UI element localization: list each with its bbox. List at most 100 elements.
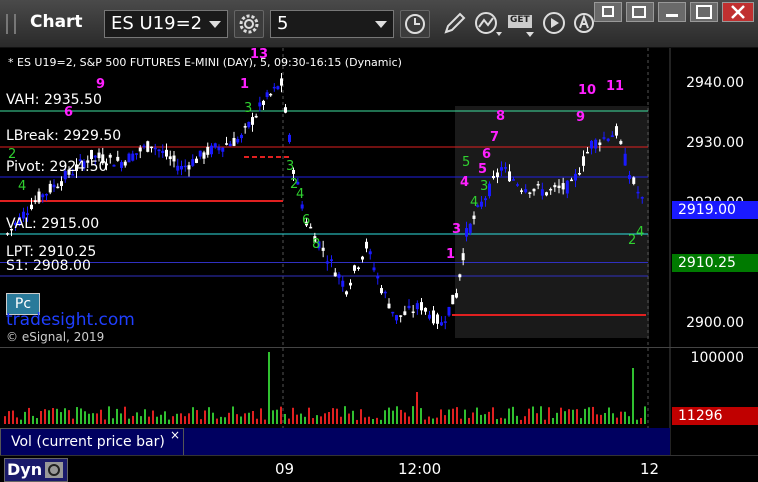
volume-bar — [68, 410, 70, 424]
volume-bar — [616, 417, 618, 424]
time-label-09: 09 — [275, 460, 295, 478]
candle-body — [383, 291, 387, 294]
volume-bar — [368, 416, 370, 424]
setup-marker: 4 — [296, 187, 304, 202]
maximize-button[interactable] — [690, 2, 718, 22]
setup-marker: 8 — [312, 237, 320, 252]
time-label-12: 12 — [640, 460, 660, 478]
volume-bar — [56, 408, 58, 424]
volume-bar — [560, 407, 562, 424]
volume-bar — [396, 406, 398, 424]
candle-body — [146, 141, 150, 152]
candle-body — [361, 256, 364, 260]
volume-bar — [244, 413, 246, 424]
volume-bar — [276, 409, 278, 424]
volume-bar — [268, 352, 270, 424]
volume-bar — [400, 409, 402, 424]
level-label-pivot: Pivot: 2924.50 — [6, 159, 108, 175]
volume-bar — [24, 411, 26, 424]
candle-body — [202, 152, 206, 159]
time-button[interactable] — [400, 10, 430, 38]
count-marker: 8 — [496, 109, 505, 124]
study-button[interactable] — [472, 10, 504, 38]
restore-window-button[interactable] — [594, 2, 622, 22]
volume-bar — [272, 410, 274, 424]
volume-bar — [16, 417, 18, 424]
volume-bar — [532, 406, 534, 424]
candle-body — [123, 161, 127, 166]
volume-bar — [576, 409, 578, 424]
volume-bar — [132, 415, 134, 424]
candle-body — [484, 198, 487, 201]
candle-body — [284, 107, 287, 113]
price-chart-pane[interactable]: 9 6 1 13 8 7 6 5 4 3 1 10 11 9 2 4 3 2 4 6 8 5 4 3 3 4 2 * ES U19=… — [0, 48, 758, 347]
get-data-button[interactable]: GET — [506, 10, 536, 38]
volume-pane[interactable]: 100000 11296 Vol (current price bar) × — [0, 347, 758, 456]
chart-heading: * ES U19=2, S&P 500 FUTURES E-MINI (DAY)… — [8, 56, 402, 69]
volume-bar — [444, 415, 446, 424]
line-study-icon — [475, 12, 502, 36]
minimize-button[interactable] — [658, 2, 686, 22]
draw-tool-button[interactable] — [438, 10, 470, 38]
pin-window-button[interactable] — [626, 2, 654, 22]
candle-body — [161, 150, 165, 154]
volume-bar — [468, 417, 470, 424]
candle-body — [574, 173, 577, 181]
volume-bar — [164, 411, 166, 424]
dynamic-mode-label: Dyn — [7, 460, 43, 479]
volume-bar — [96, 413, 98, 424]
volume-bar — [388, 407, 390, 424]
grip-handle[interactable] — [6, 14, 16, 34]
volume-bar — [28, 407, 30, 424]
play-button[interactable] — [540, 10, 572, 38]
candle-body — [131, 153, 135, 161]
count-marker: 5 — [478, 162, 487, 177]
restore-icon — [602, 6, 614, 17]
volume-bar — [100, 409, 102, 424]
volume-bar — [512, 406, 514, 424]
settings-button[interactable] — [234, 10, 264, 38]
volume-bar — [520, 419, 522, 424]
candle-body — [368, 251, 372, 255]
candle-body — [337, 274, 341, 278]
candle-body — [228, 143, 232, 147]
candle-body — [325, 261, 329, 264]
price-plot[interactable]: 96113876543110 1192432468543342 — [0, 48, 758, 347]
close-window-button[interactable] — [722, 2, 754, 22]
candle-body — [6, 233, 9, 235]
volume-close-button[interactable]: × — [170, 428, 180, 442]
candle-body — [280, 78, 283, 86]
volume-bar — [380, 419, 382, 424]
candle-body — [142, 145, 146, 148]
candle-body — [116, 156, 120, 161]
candle-body — [240, 134, 243, 139]
count-marker: 7 — [490, 130, 499, 145]
volume-bar — [64, 408, 66, 424]
candle-body — [399, 315, 403, 317]
symbol-combo[interactable]: ES U19=2 — [104, 10, 228, 38]
volume-bar — [416, 392, 418, 424]
volume-bar — [336, 408, 338, 424]
volume-bar — [428, 416, 430, 424]
volume-bar — [104, 419, 106, 424]
axis-label-2940: 2940.00 — [686, 75, 744, 91]
volume-bar — [228, 412, 230, 424]
volume-bar — [296, 414, 298, 424]
volume-legend[interactable]: Vol (current price bar) — [0, 428, 184, 456]
volume-bar — [544, 419, 546, 424]
candle-body — [198, 150, 202, 157]
candle-body — [606, 138, 610, 141]
candle-body — [540, 189, 544, 196]
candle-body — [512, 179, 515, 181]
candle-body — [443, 321, 447, 323]
candle-body — [451, 294, 455, 305]
setup-marker: 6 — [302, 213, 310, 228]
volume-bar — [172, 416, 174, 424]
interval-combo[interactable]: 5 — [270, 10, 394, 38]
candle-body — [387, 303, 391, 309]
play-icon — [543, 12, 565, 34]
dynamic-mode-button[interactable]: Dyn — [4, 458, 68, 482]
candle-body — [108, 154, 112, 158]
candle-body — [610, 135, 614, 138]
candle-body — [349, 282, 352, 286]
